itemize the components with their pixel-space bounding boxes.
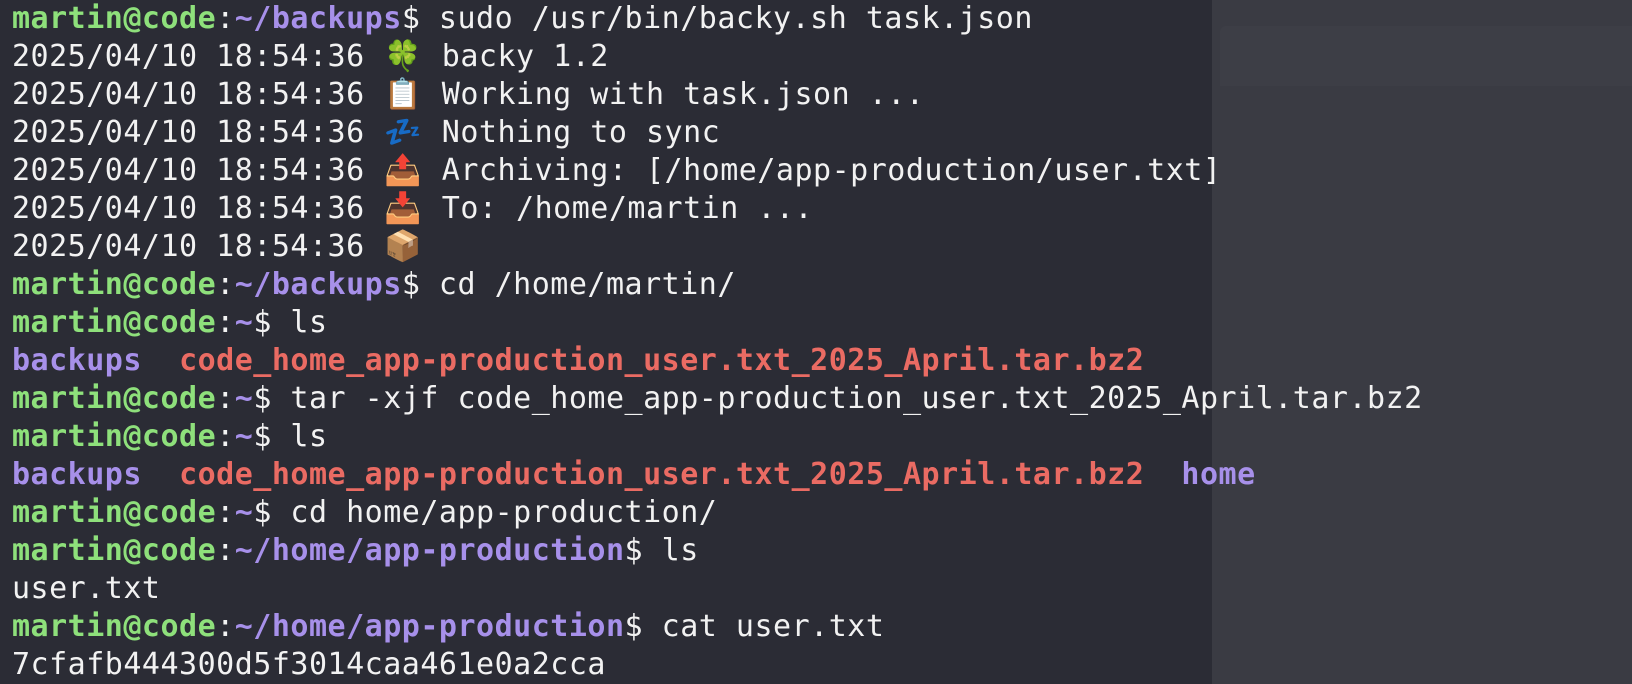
terminal-line: 2025/04/10 18:54:36 📥 To: /home/martin .…: [12, 190, 1423, 228]
log-message: Nothing to sync: [441, 115, 721, 150]
terminal-line: 2025/04/10 18:54:36 🍀 backy 1.2: [12, 38, 1423, 76]
ls-spacer: [1144, 457, 1181, 492]
prompt-path: ~/home/app-production: [234, 533, 625, 568]
prompt-symbol: $: [253, 381, 272, 416]
terminal-line: 2025/04/10 18:54:36 💤 Nothing to sync: [12, 114, 1423, 152]
archive-entry: code_home_app-production_user.txt_2025_A…: [179, 457, 1145, 492]
prompt-symbol: $: [253, 305, 272, 340]
prompt-path: ~/backups: [234, 1, 402, 36]
terminal-line: martin@code:~/backups$ sudo /usr/bin/bac…: [12, 0, 1423, 38]
prompt-separator: :: [216, 1, 235, 36]
prompt-separator: :: [216, 419, 235, 454]
prompt-separator: :: [216, 609, 235, 644]
prompt-user: martin@code: [12, 305, 217, 340]
directory-entry: backups: [12, 343, 142, 378]
prompt-user: martin@code: [12, 1, 217, 36]
terminal-line: 7cfafb444300d5f3014caa461e0a2cca: [12, 646, 1423, 684]
prompt-separator: :: [216, 305, 235, 340]
prompt-command: ls: [643, 533, 699, 568]
log-timestamp: 2025/04/10 18:54:36: [12, 77, 365, 112]
prompt-path: ~/home/app-production: [234, 609, 625, 644]
prompt-user: martin@code: [12, 419, 217, 454]
directory-entry: backups: [12, 457, 142, 492]
log-spacer: [423, 39, 442, 74]
log-emoji-icon: 📋: [384, 77, 423, 112]
log-spacer: [365, 77, 384, 112]
prompt-command: cat user.txt: [643, 609, 885, 644]
log-spacer: [365, 191, 384, 226]
log-emoji-icon: 📤: [384, 153, 423, 188]
prompt-user: martin@code: [12, 609, 217, 644]
terminal-line: 2025/04/10 18:54:36 📤 Archiving: [/home/…: [12, 152, 1423, 190]
terminal-line: backups code_home_app-production_user.tx…: [12, 456, 1423, 494]
log-emoji-icon: 🍀: [384, 39, 423, 74]
prompt-user: martin@code: [12, 267, 217, 302]
log-message: Archiving: [/home/app-production/user.tx…: [441, 153, 1222, 188]
terminal-line: backups code_home_app-production_user.tx…: [12, 342, 1423, 380]
log-timestamp: 2025/04/10 18:54:36: [12, 229, 365, 264]
log-spacer: [365, 229, 384, 264]
terminal-line: martin@code:~$ cd home/app-production/: [12, 494, 1423, 532]
terminal-window[interactable]: martin@code:~/backups$ sudo /usr/bin/bac…: [0, 0, 1632, 684]
prompt-path: ~: [234, 381, 254, 416]
prompt-symbol: $: [401, 267, 421, 302]
prompt-separator: :: [216, 381, 235, 416]
ls-spacer: [142, 457, 179, 492]
prompt-separator: :: [216, 267, 235, 302]
log-timestamp: 2025/04/10 18:54:36: [12, 191, 365, 226]
log-emoji-icon: 💤: [384, 115, 423, 150]
log-emoji-icon: 📦: [384, 229, 423, 264]
log-timestamp: 2025/04/10 18:54:36: [12, 153, 365, 188]
prompt-symbol: $: [253, 495, 272, 530]
log-message: Working with task.json ...: [441, 77, 925, 112]
output-text: user.txt: [12, 571, 161, 606]
terminal-line: user.txt: [12, 570, 1423, 608]
log-spacer: [423, 229, 442, 264]
directory-entry: home: [1181, 457, 1256, 492]
prompt-symbol: $: [253, 419, 272, 454]
log-spacer: [423, 191, 442, 226]
prompt-user: martin@code: [12, 495, 217, 530]
log-spacer: [423, 115, 442, 150]
terminal-line: martin@code:~$ ls: [12, 418, 1423, 456]
archive-entry: code_home_app-production_user.txt_2025_A…: [179, 343, 1145, 378]
log-spacer: [423, 77, 442, 112]
prompt-path: ~: [234, 495, 254, 530]
output-text: 7cfafb444300d5f3014caa461e0a2cca: [12, 647, 606, 682]
prompt-command: cd /home/martin/: [420, 267, 736, 302]
prompt-symbol: $: [624, 609, 644, 644]
log-spacer: [365, 39, 384, 74]
terminal-line: martin@code:~/home/app-production$ ls: [12, 532, 1423, 570]
terminal-line: martin@code:~/home/app-production$ cat u…: [12, 608, 1423, 646]
prompt-user: martin@code: [12, 533, 217, 568]
terminal-line: martin@code:~$ tar -xjf code_home_app-pr…: [12, 380, 1423, 418]
terminal-line: martin@code:~/backups$ cd /home/martin/: [12, 266, 1423, 304]
prompt-symbol: $: [401, 1, 421, 36]
log-timestamp: 2025/04/10 18:54:36: [12, 115, 365, 150]
log-spacer: [365, 115, 384, 150]
terminal-line: 2025/04/10 18:54:36 📋 Working with task.…: [12, 76, 1423, 114]
prompt-path: ~/backups: [234, 267, 402, 302]
prompt-separator: :: [216, 495, 235, 530]
prompt-command: cd home/app-production/: [271, 495, 718, 530]
prompt-path: ~: [234, 305, 254, 340]
prompt-separator: :: [216, 533, 235, 568]
log-emoji-icon: 📥: [384, 191, 423, 226]
log-spacer: [365, 153, 384, 188]
terminal-line: martin@code:~$ ls: [12, 304, 1423, 342]
log-timestamp: 2025/04/10 18:54:36: [12, 39, 365, 74]
prompt-symbol: $: [624, 533, 644, 568]
log-message: To: /home/martin ...: [441, 191, 814, 226]
prompt-user: martin@code: [12, 381, 217, 416]
ls-spacer: [142, 343, 179, 378]
log-message: backy 1.2: [441, 39, 609, 74]
prompt-command: sudo /usr/bin/backy.sh task.json: [420, 1, 1033, 36]
prompt-command: tar -xjf code_home_app-production_user.t…: [271, 381, 1423, 416]
prompt-command: ls: [271, 305, 328, 340]
prompt-path: ~: [234, 419, 254, 454]
log-spacer: [423, 153, 442, 188]
terminal-output[interactable]: martin@code:~/backups$ sudo /usr/bin/bac…: [12, 0, 1423, 684]
prompt-command: ls: [271, 419, 328, 454]
terminal-line: 2025/04/10 18:54:36 📦: [12, 228, 1423, 266]
